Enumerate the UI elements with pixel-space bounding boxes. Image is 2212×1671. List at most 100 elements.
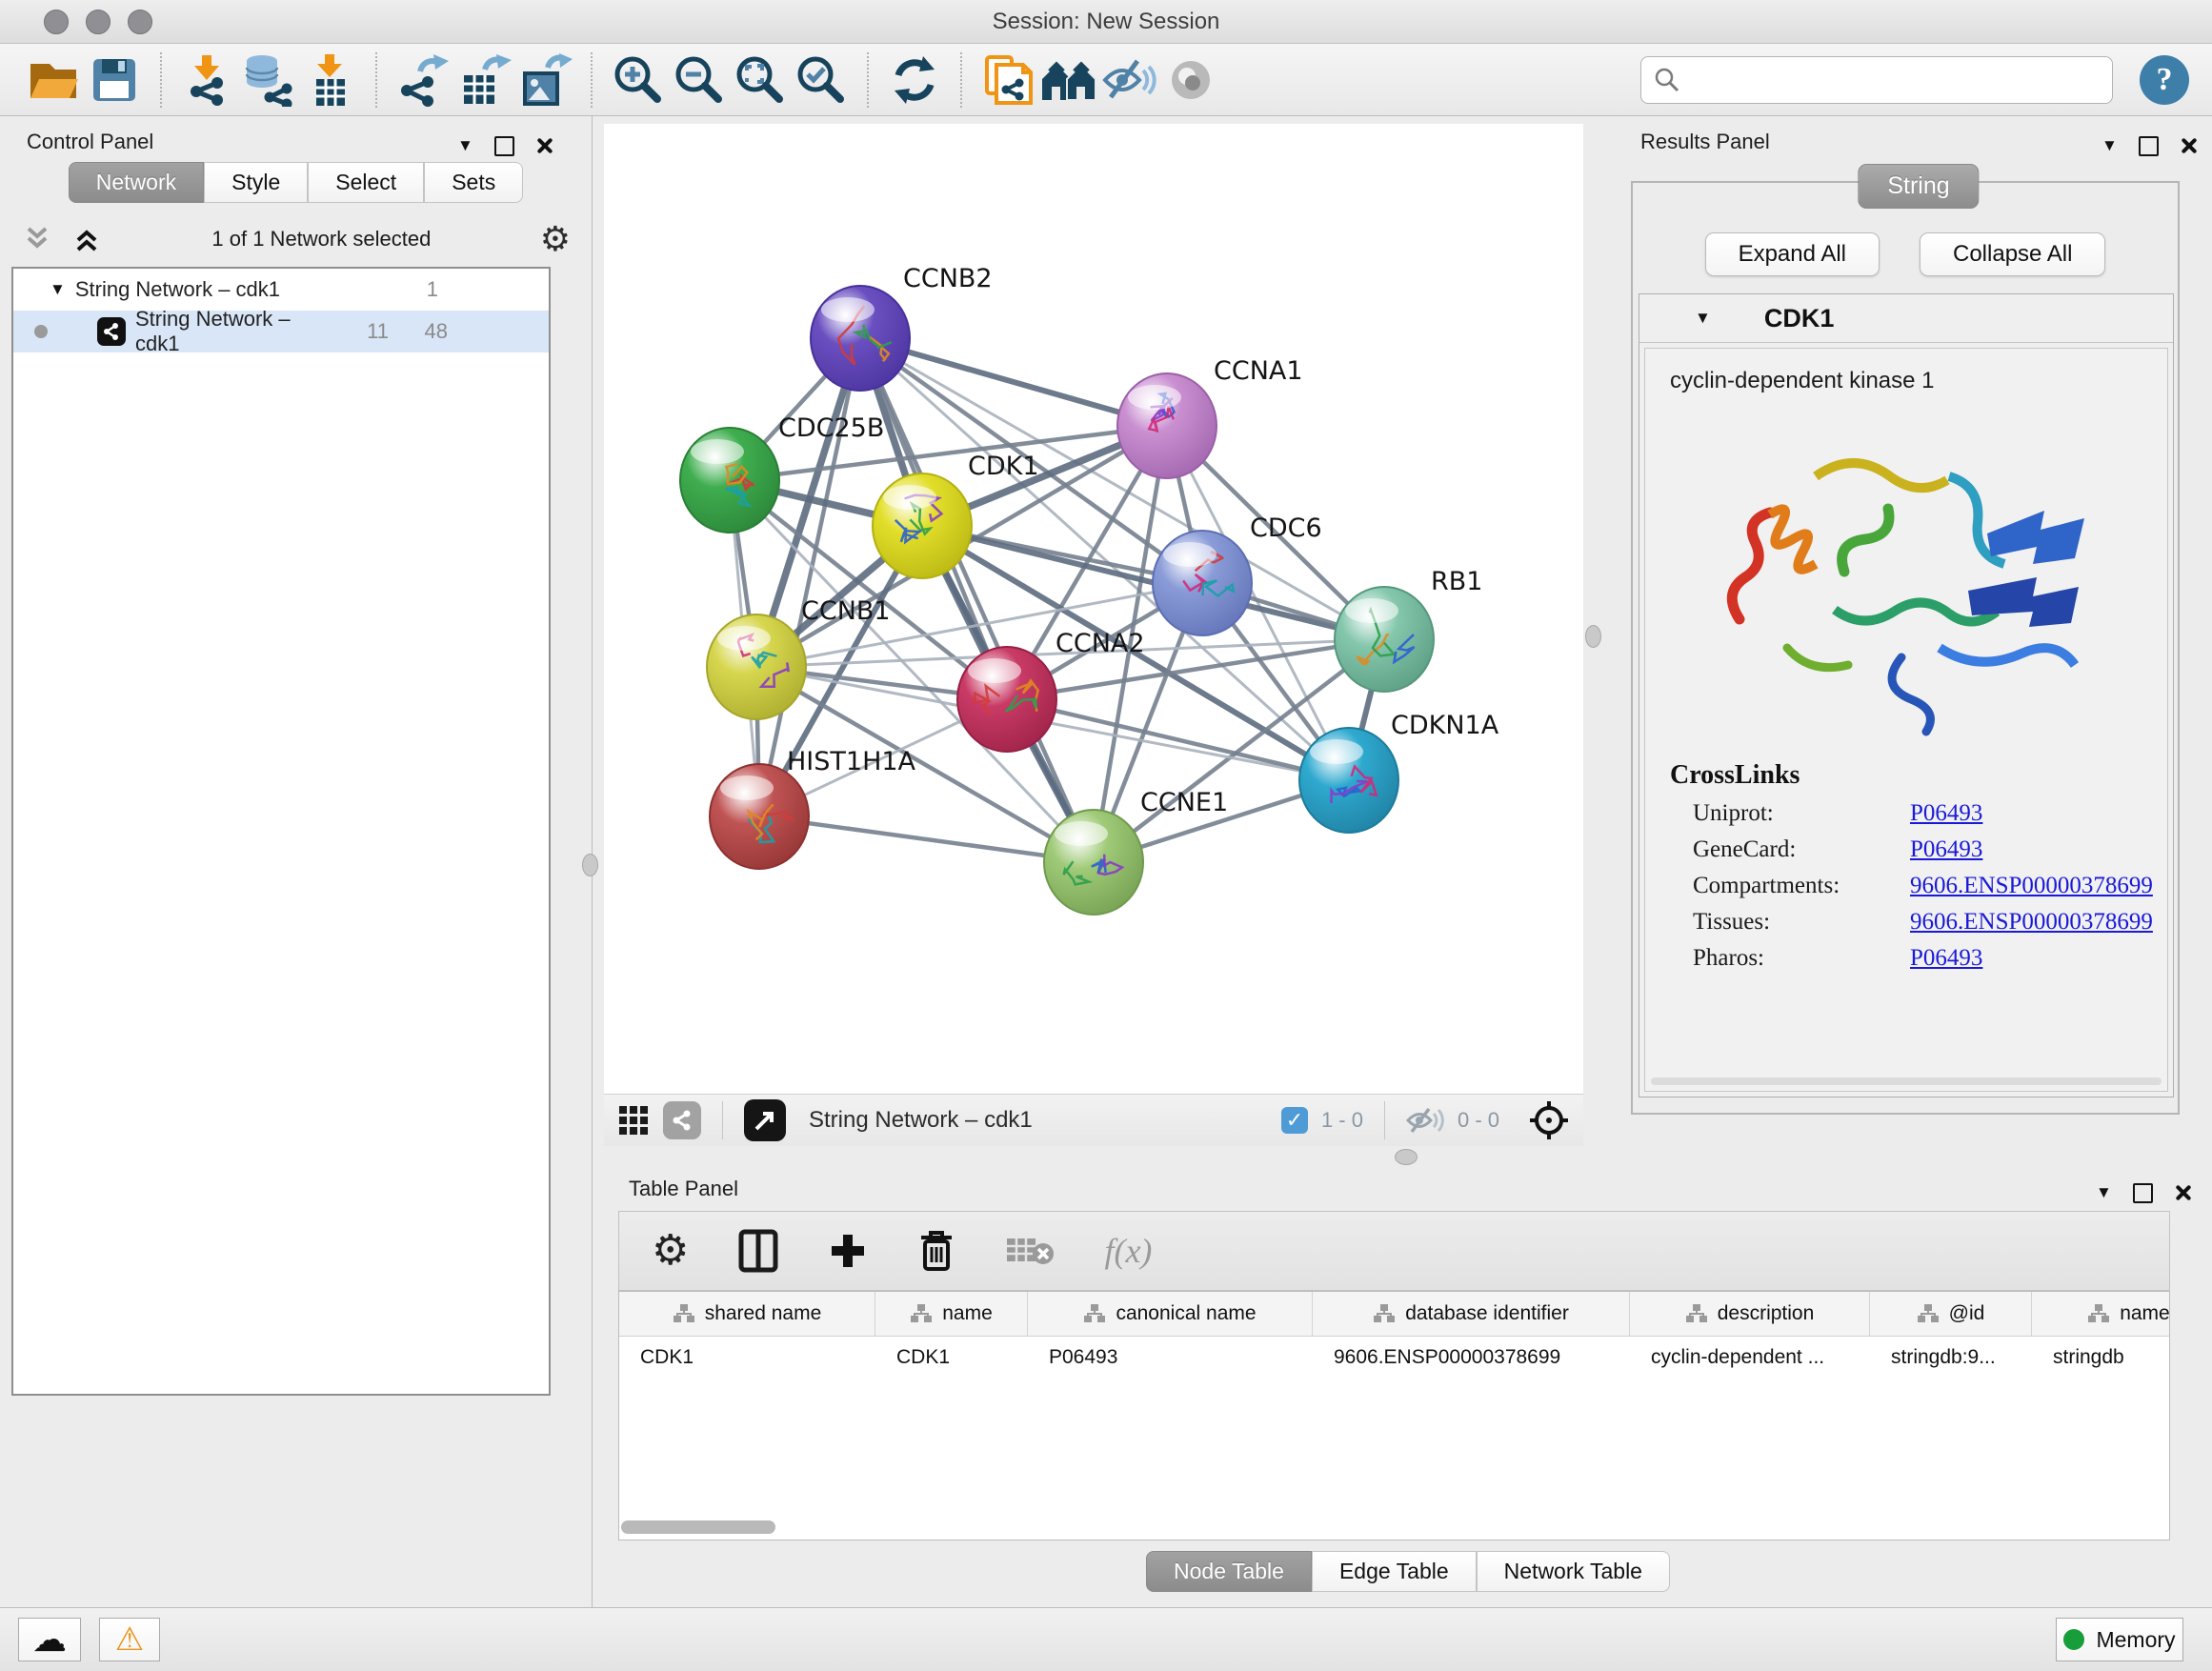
close-panel-icon[interactable] xyxy=(2174,1184,2191,1201)
crosslink-link[interactable]: 9606.ENSP00000378699 xyxy=(1910,909,2153,936)
export-table-icon[interactable] xyxy=(453,50,514,111)
import-network-database-icon[interactable] xyxy=(238,50,299,111)
zoom-selected-icon[interactable] xyxy=(791,50,852,111)
crosslink-link[interactable]: P06493 xyxy=(1910,945,1982,972)
expand-all-chevron-icon[interactable] xyxy=(70,225,103,253)
show-all-icon[interactable] xyxy=(1160,50,1221,111)
crosslink-link[interactable]: P06493 xyxy=(1910,800,1982,827)
memory-button[interactable]: Memory xyxy=(2056,1618,2183,1661)
network-options-gear-icon[interactable]: ⚙ xyxy=(540,222,571,256)
network-node-HIST1H1A[interactable] xyxy=(710,764,809,869)
close-panel-icon[interactable] xyxy=(2180,137,2197,154)
column-header-namespace[interactable]: namespace xyxy=(2032,1292,2170,1336)
export-network-icon[interactable] xyxy=(392,50,453,111)
open-session-icon[interactable] xyxy=(23,50,84,111)
grid-view-icon[interactable] xyxy=(617,1104,650,1137)
splitter-handle[interactable] xyxy=(582,854,598,876)
export-image-icon[interactable] xyxy=(514,50,575,111)
network-node-CCNA2[interactable] xyxy=(957,647,1056,752)
detach-view-icon[interactable] xyxy=(744,1099,786,1141)
collection-expand-icon[interactable]: ▼ xyxy=(50,280,66,299)
delete-column-icon[interactable] xyxy=(917,1229,955,1273)
birds-eye-view-icon[interactable] xyxy=(1528,1099,1570,1141)
import-table-file-icon[interactable] xyxy=(299,50,360,111)
network-canvas[interactable]: CCNB2CCNA1CDC25BCDK1CDC6RB1CCNB1CCNA2CDK… xyxy=(604,124,1583,1094)
network-node-CDKN1A[interactable] xyxy=(1299,728,1398,833)
hidden-eye-icon[interactable] xyxy=(1406,1105,1444,1136)
collapse-all-button[interactable]: Collapse All xyxy=(1920,232,2105,276)
tab-network[interactable]: Network xyxy=(69,162,204,203)
expand-all-button[interactable]: Expand All xyxy=(1705,232,1880,276)
table-cell[interactable]: stringdb xyxy=(2032,1337,2170,1379)
add-column-icon[interactable] xyxy=(828,1231,868,1271)
network-edge[interactable] xyxy=(759,338,860,816)
hide-selected-icon[interactable] xyxy=(1099,50,1160,111)
column-header-canonical-name[interactable]: canonical name xyxy=(1028,1292,1313,1336)
save-session-icon[interactable] xyxy=(84,50,145,111)
tab-network-table[interactable]: Network Table xyxy=(1477,1551,1670,1592)
panel-menu-icon[interactable]: ▼ xyxy=(2101,136,2118,155)
network-node-RB1[interactable] xyxy=(1335,587,1434,692)
crosslink-link[interactable]: P06493 xyxy=(1910,836,1982,863)
column-header-name[interactable]: name xyxy=(875,1292,1028,1336)
network-node-CDC25B[interactable] xyxy=(680,428,779,533)
table-cell[interactable]: stringdb:9... xyxy=(1870,1337,2032,1379)
tab-edge-table[interactable]: Edge Table xyxy=(1312,1551,1477,1592)
network-row[interactable]: String Network – cdk1 11 48 xyxy=(13,311,549,352)
tab-string[interactable]: String xyxy=(1858,164,1979,209)
column-header-@id[interactable]: @id xyxy=(1870,1292,2032,1336)
gene-section-header[interactable]: ▼ CDK1 xyxy=(1639,294,2173,343)
column-header-database-identifier[interactable]: database identifier xyxy=(1313,1292,1630,1336)
table-cell[interactable]: P06493 xyxy=(1028,1337,1313,1379)
network-node-CCNB2[interactable] xyxy=(811,286,910,391)
show-columns-icon[interactable] xyxy=(738,1229,778,1273)
splitter-handle[interactable] xyxy=(1395,1149,1418,1165)
close-panel-icon[interactable] xyxy=(535,137,553,154)
network-list-view-icon[interactable] xyxy=(663,1101,701,1139)
column-header-shared-name[interactable]: shared name xyxy=(619,1292,875,1336)
column-header-description[interactable]: description xyxy=(1630,1292,1870,1336)
network-collection-row[interactable]: ▼ String Network – cdk1 1 xyxy=(13,269,549,311)
network-node-CCNA1[interactable] xyxy=(1117,373,1217,478)
network-node-CCNE1[interactable] xyxy=(1044,810,1143,915)
table-cell[interactable]: CDK1 xyxy=(875,1337,1028,1379)
tab-sets[interactable]: Sets xyxy=(424,162,523,203)
network-node-CDK1[interactable] xyxy=(873,473,972,578)
table-options-gear-icon[interactable]: ⚙ xyxy=(652,1230,689,1272)
string-documents-icon[interactable] xyxy=(977,50,1038,111)
delete-table-icon[interactable] xyxy=(1005,1235,1055,1267)
selected-nodes-checkbox-icon[interactable]: ✓ xyxy=(1281,1107,1308,1134)
table-cell[interactable]: 9606.ENSP00000378699 xyxy=(1313,1337,1630,1379)
tab-node-table[interactable]: Node Table xyxy=(1146,1551,1312,1592)
gene-expand-icon[interactable]: ▼ xyxy=(1695,309,1711,328)
splitter-handle[interactable] xyxy=(1585,625,1601,648)
search-input[interactable] xyxy=(1681,67,2101,93)
help-icon[interactable]: ? xyxy=(2140,55,2189,105)
panel-menu-icon[interactable]: ▼ xyxy=(457,136,473,155)
network-edge[interactable] xyxy=(759,816,1094,862)
table-hscrollbar-thumb[interactable] xyxy=(621,1520,775,1534)
network-node-CDC6[interactable] xyxy=(1153,531,1252,635)
results-scroll-track[interactable] xyxy=(1651,1077,2162,1085)
network-node-CCNB1[interactable] xyxy=(707,614,806,719)
refresh-view-icon[interactable] xyxy=(884,50,945,111)
import-network-file-icon[interactable] xyxy=(177,50,238,111)
zoom-fit-icon[interactable] xyxy=(730,50,791,111)
houses-icon[interactable] xyxy=(1038,50,1099,111)
network-edge[interactable] xyxy=(860,338,1094,862)
cloud-status-button[interactable]: ☁ xyxy=(18,1618,81,1661)
float-panel-icon[interactable] xyxy=(2133,1183,2153,1203)
float-panel-icon[interactable] xyxy=(494,136,514,156)
float-panel-icon[interactable] xyxy=(2139,136,2159,156)
panel-menu-icon[interactable]: ▼ xyxy=(2096,1183,2112,1202)
warnings-button[interactable]: ⚠ xyxy=(99,1618,160,1661)
table-row[interactable]: CDK1CDK1P064939606.ENSP00000378699cyclin… xyxy=(619,1337,2169,1379)
crosslink-link[interactable]: 9606.ENSP00000378699 xyxy=(1910,873,2153,899)
tab-style[interactable]: Style xyxy=(204,162,308,203)
function-builder-icon[interactable]: f(x) xyxy=(1104,1231,1152,1271)
tab-select[interactable]: Select xyxy=(308,162,424,203)
zoom-out-icon[interactable] xyxy=(669,50,730,111)
table-cell[interactable]: cyclin-dependent ... xyxy=(1630,1337,1870,1379)
collapse-all-chevron-icon[interactable] xyxy=(21,225,53,253)
zoom-in-icon[interactable] xyxy=(608,50,669,111)
